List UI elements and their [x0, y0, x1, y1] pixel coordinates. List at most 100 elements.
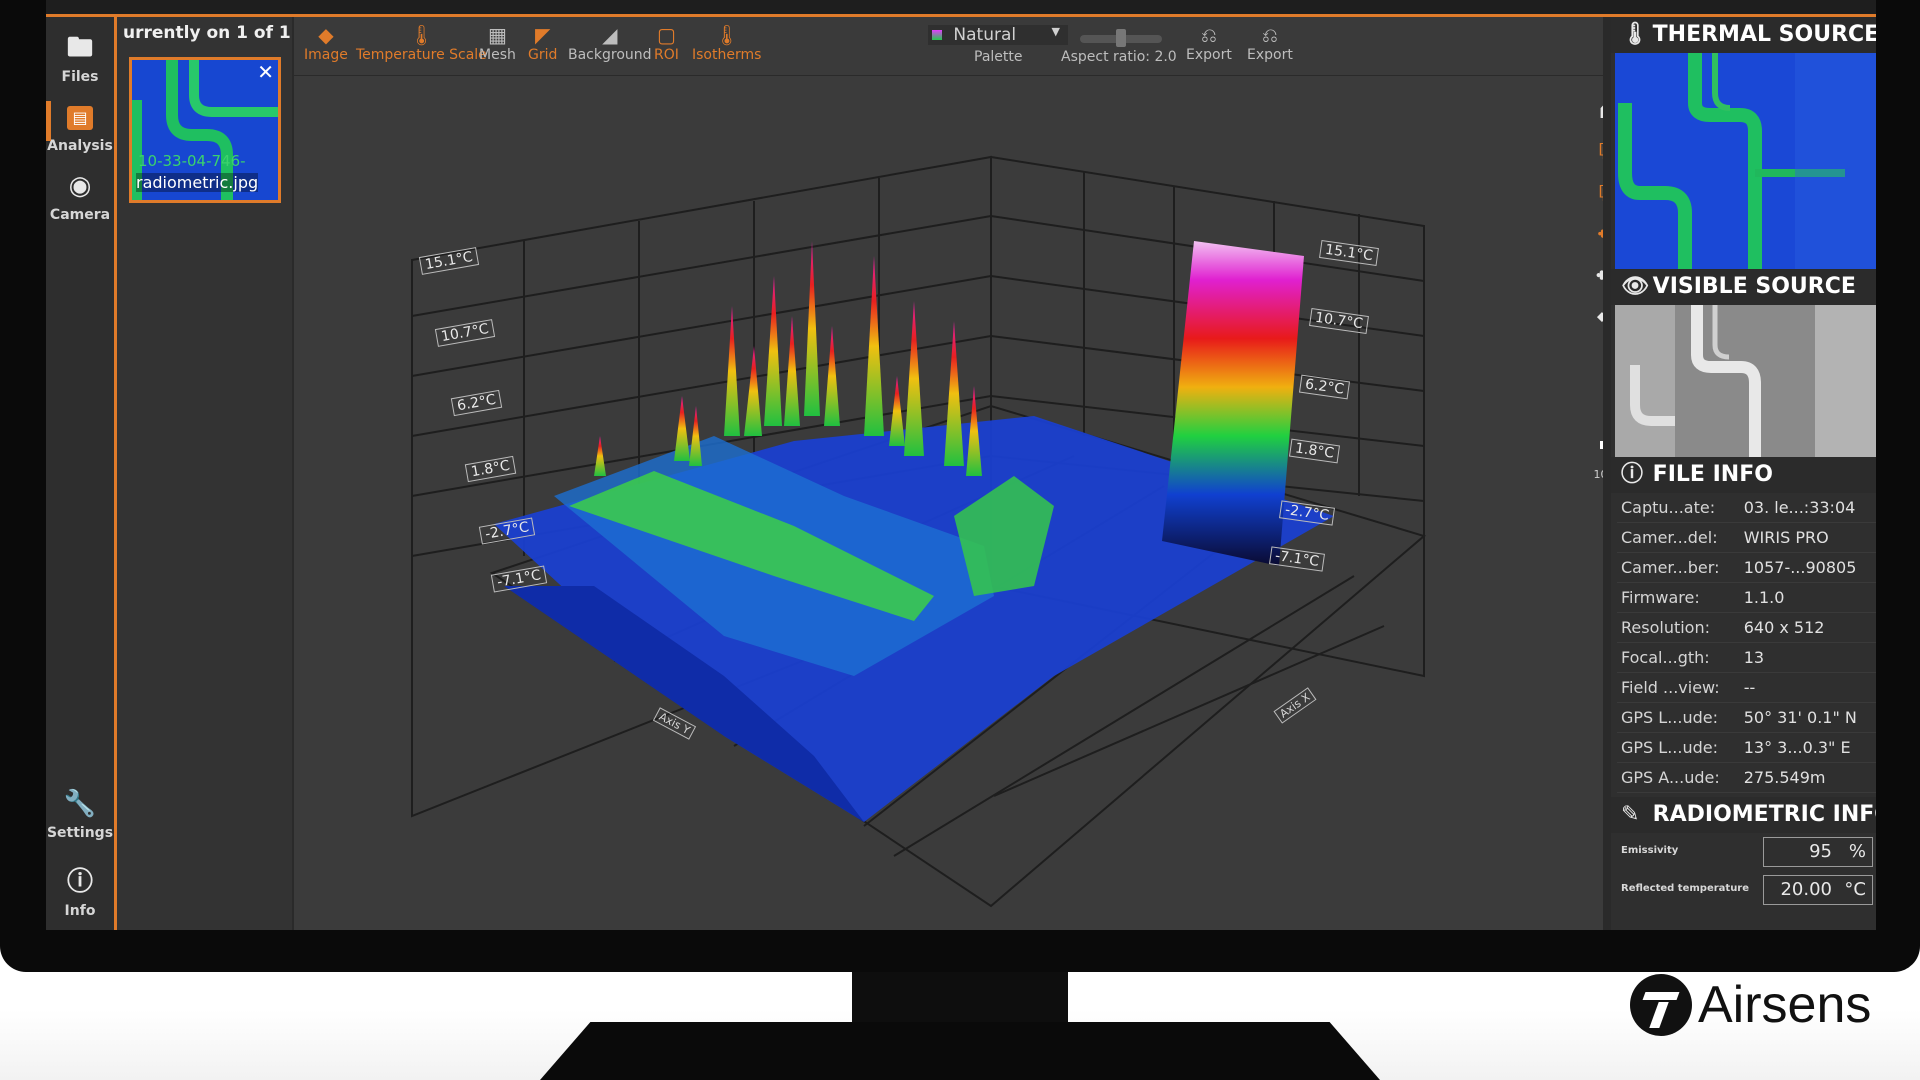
export-icon: ⎌: [1200, 23, 1217, 47]
nav-settings[interactable]: 🔧 Settings: [46, 787, 114, 841]
export-button-1[interactable]: ⎌ Export: [1186, 23, 1232, 63]
thermometer-icon: 🌡: [408, 23, 435, 47]
brand-name: Airsens: [1698, 976, 1872, 1034]
roi-button[interactable]: ▢ ROI: [654, 23, 679, 63]
isotherm-icon: 🌡: [714, 23, 740, 47]
visible-source-title: VISIBLE SOURCE: [1652, 274, 1856, 299]
export-button-2[interactable]: ⎌ Export: [1247, 23, 1293, 63]
export-label-2: Export: [1247, 47, 1293, 63]
reflected-temperature-row: Reflected temperature 20.00 °C: [1611, 871, 1876, 909]
emissivity-field[interactable]: 95 %: [1763, 837, 1873, 867]
brand-logo: Airsens: [1630, 970, 1871, 1040]
info-key: Captu...ate:: [1617, 493, 1740, 523]
thermal-preview: [1615, 53, 1876, 269]
info-key: Camer...ber:: [1617, 552, 1740, 583]
aspect-ratio-slider[interactable]: [1080, 29, 1162, 47]
grid-icon: ◤: [535, 23, 551, 47]
info-icon: ⓘ: [66, 867, 93, 897]
table-row: GPS L...ude: 13° 3...0.3" E: [1617, 732, 1876, 763]
info-key: Resolution:: [1617, 612, 1740, 643]
file-info-title: FILE INFO: [1652, 462, 1773, 487]
reflected-temperature-field[interactable]: 20.00 °C: [1763, 875, 1873, 905]
info-value: 50° 31' 0.1" N: [1739, 702, 1876, 733]
visible-preview: [1615, 305, 1876, 457]
image-button-label: Image: [304, 47, 348, 63]
reflected-temperature-label: Reflected temperature: [1621, 883, 1750, 894]
mesh-button[interactable]: ▦ Mesh: [479, 23, 516, 63]
radiometric-info-header: ✎ RADIOMETRIC INFO: [1611, 797, 1876, 833]
nav-settings-label: Settings: [46, 825, 114, 841]
image-thumbnail[interactable]: ✕ 10-33-04-746- radiometric.jpg: [129, 57, 281, 203]
roi-icon: ▢: [656, 23, 676, 47]
info-key: Firmware:: [1617, 582, 1740, 613]
background-button[interactable]: ◢ Background: [568, 23, 652, 63]
thermal-3d-plot[interactable]: [294, 76, 1639, 930]
isotherms-label: Isotherms: [692, 47, 762, 63]
nav-camera[interactable]: ◉ Camera: [46, 169, 114, 223]
thermal-source-header: 🌡 THERMAL SOURCE: [1611, 17, 1876, 53]
info-value: 275.549m: [1739, 762, 1876, 793]
thumbnail-name-line2: radiometric.jpg: [136, 173, 259, 192]
visible-source-image[interactable]: [1615, 305, 1876, 457]
background-label: Background: [568, 47, 652, 63]
reflected-temperature-unit: °C: [1844, 879, 1866, 900]
grid-button[interactable]: ◤ Grid: [528, 23, 557, 63]
reflected-temperature-value: 20.00: [1780, 879, 1832, 900]
document-icon: ✎: [1621, 802, 1640, 827]
info-value: 1057-...90805: [1739, 552, 1876, 583]
nav-info-label: Info: [64, 903, 96, 919]
file-info-table: Captu...ate: 03. le...:33:04 Camer...del:…: [1617, 493, 1876, 793]
info-value: 640 x 512: [1739, 612, 1876, 643]
palette-value: Natural: [953, 25, 1017, 45]
airsens-logo-icon: [1630, 974, 1692, 1036]
file-info-header: ⓘ FILE INFO: [1611, 457, 1876, 493]
thermal-source-image[interactable]: [1615, 53, 1876, 269]
nav-files[interactable]: 🖿 Files: [46, 31, 114, 85]
chevron-down-icon: ▼: [1051, 25, 1060, 38]
close-icon[interactable]: ✕: [257, 60, 274, 84]
visible-source-header: 👁 VISIBLE SOURCE: [1611, 269, 1876, 305]
info-icon: ⓘ: [1621, 462, 1644, 487]
3d-viewport[interactable]: 15.1°C 10.7°C 6.2°C 1.8°C -2.7°C -7.1°C …: [294, 76, 1639, 930]
table-row: Camer...ber: 1057-...90805: [1617, 552, 1876, 583]
info-key: GPS L...ude:: [1617, 702, 1740, 733]
mesh-icon: ▦: [487, 23, 507, 47]
info-value: WIRIS PRO: [1739, 522, 1876, 553]
toolbar: ◆ Image 🌡 Temperature Scale ▦ Mesh ◤ Gri…: [294, 17, 1644, 76]
temperature-scale-label: Temperature Scale: [356, 47, 487, 63]
background-icon: ◢: [602, 23, 618, 47]
table-row: Camer...del: WIRIS PRO: [1617, 522, 1876, 553]
info-value: --: [1739, 672, 1876, 703]
nav-analysis[interactable]: ▤ Analysis: [46, 101, 114, 154]
nav-files-label: Files: [61, 69, 99, 85]
table-row: Captu...ate: 03. le...:33:04: [1617, 493, 1876, 523]
emissivity-unit: %: [1848, 841, 1866, 862]
camera-icon: ◉: [68, 171, 92, 201]
isotherms-button[interactable]: 🌡 Isotherms: [692, 23, 761, 63]
export-label-1: Export: [1186, 47, 1232, 63]
folder-icon: 🖿: [66, 33, 93, 63]
nav-camera-label: Camera: [49, 207, 111, 223]
grid-label: Grid: [528, 47, 558, 63]
table-row: Field ...view: --: [1617, 672, 1876, 703]
right-panel: 🌡 THERMAL SOURCE 👁 VISIBLE SOURCE ⓘ FILE…: [1603, 17, 1876, 930]
layers-icon: ◆: [318, 23, 334, 47]
thumbnail-name-line1: 10-33-04-746-: [138, 152, 246, 170]
temperature-scale-button[interactable]: 🌡 Temperature Scale: [356, 23, 487, 63]
image-button[interactable]: ◆ Image: [304, 23, 348, 63]
nav-analysis-label: Analysis: [47, 138, 113, 154]
palette-select[interactable]: Natural ▼: [928, 25, 1068, 45]
info-value: 13° 3...0.3" E: [1739, 732, 1876, 763]
thermometer-icon: 🌡: [1621, 22, 1649, 47]
info-value: 03. le...:33:04: [1739, 493, 1876, 523]
palette-swatch: [932, 30, 942, 40]
table-row: GPS A...ude: 275.549m: [1617, 762, 1876, 793]
slider-handle[interactable]: [1116, 29, 1126, 47]
left-nav: 🖿 Files ▤ Analysis ◉ Camera 🔧 Settings ⓘ…: [46, 17, 117, 930]
aspect-ratio-label: Aspect ratio: 2.0: [1061, 49, 1177, 65]
emissivity-value: 95: [1809, 841, 1832, 862]
roi-label: ROI: [654, 47, 679, 63]
nav-info[interactable]: ⓘ Info: [46, 865, 114, 919]
info-value: 13: [1739, 642, 1876, 673]
info-value: 1.1.0: [1739, 582, 1876, 613]
